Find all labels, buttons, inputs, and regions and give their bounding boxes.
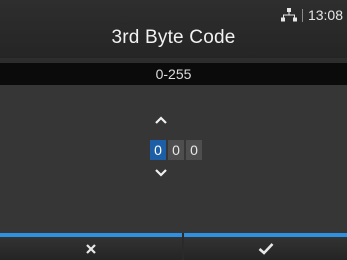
digit-ones[interactable]: 0 [186, 140, 202, 160]
digit-hundreds[interactable]: 0 [150, 140, 166, 160]
status-divider [301, 8, 303, 22]
chevron-down-icon[interactable] [155, 165, 167, 177]
clock: 13:08 [307, 7, 343, 23]
digit-tens[interactable]: 0 [168, 140, 184, 160]
confirm-button[interactable] [184, 233, 347, 260]
range-bar: 0-255 [0, 63, 347, 85]
page-title: 3rd Byte Code [111, 27, 236, 48]
close-icon [85, 243, 97, 255]
cancel-button[interactable] [0, 233, 182, 260]
chevron-up-icon[interactable] [155, 112, 167, 124]
footer [0, 233, 347, 260]
digit-group: 0 0 0 [150, 140, 202, 160]
screen: 13:08 3rd Byte Code 0-255 0 0 0 [0, 0, 347, 260]
value-spinner: 0 0 0 [150, 112, 216, 182]
check-icon [258, 242, 274, 255]
range-text: 0-255 [155, 66, 192, 82]
status-area: 13:08 [280, 5, 343, 25]
network-icon [280, 8, 297, 22]
header: 13:08 3rd Byte Code [0, 0, 347, 58]
